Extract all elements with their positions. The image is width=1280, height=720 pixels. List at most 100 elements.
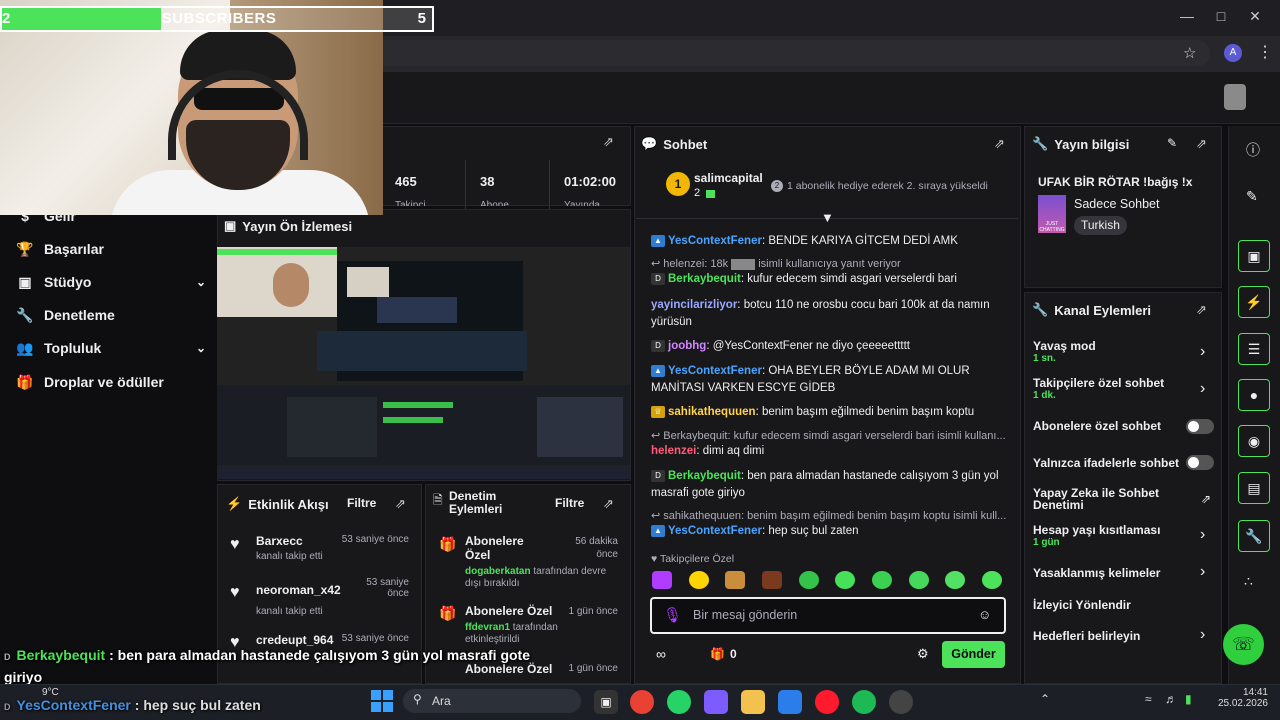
gear-icon[interactable]: ⚙	[917, 646, 929, 662]
whatsapp-icon[interactable]	[667, 690, 691, 714]
taskbar-search[interactable]	[403, 689, 581, 713]
taskbar-clock[interactable]: 14:41 25.02.2026	[1210, 687, 1268, 709]
spotify-icon[interactable]	[852, 690, 876, 714]
slow-mode-row[interactable]: Yavaş mod 1 sn.	[1033, 339, 1213, 364]
external-link-icon[interactable]: ⇗	[1201, 492, 1211, 506]
bookmark-star-icon[interactable]: ☆	[1183, 44, 1196, 62]
layout-icon[interactable]: ▤	[1238, 472, 1270, 504]
activity-user[interactable]: neoroman_x42	[256, 583, 341, 597]
mod-filter-button[interactable]: Filtre	[555, 496, 584, 510]
pinned-user[interactable]: salimcapital	[694, 171, 763, 185]
emote-icon[interactable]	[871, 571, 892, 589]
wifi-icon[interactable]: ≈	[1145, 692, 1152, 706]
popout-icon[interactable]: ⇗	[395, 496, 406, 512]
browser-menu-icon[interactable]: ⋮	[1257, 42, 1273, 62]
raid-row[interactable]: İzleyici Yönlendir	[1033, 598, 1213, 612]
sidebar-item-studyo[interactable]: ▣ Stüdyo ⌄	[16, 267, 206, 297]
profile-avatar[interactable]: A	[1224, 44, 1242, 62]
camera-icon[interactable]: ▣	[1238, 240, 1270, 272]
chat-icon[interactable]: ●	[1238, 379, 1270, 411]
activity-user[interactable]: Barxecc	[256, 534, 303, 548]
chrome-icon[interactable]	[630, 690, 654, 714]
popout-icon[interactable]: ⇗	[994, 136, 1005, 152]
chat-username[interactable]: Berkaybequit	[668, 273, 741, 285]
popout-icon[interactable]: ⇗	[603, 496, 614, 512]
edit-icon[interactable]: ✎	[1167, 136, 1177, 150]
emote-icon[interactable]	[981, 571, 1002, 589]
edit-icon[interactable]: ✎	[1246, 188, 1258, 205]
chat-username[interactable]: Berkaybequit	[668, 470, 741, 482]
popout-icon[interactable]: ⇗	[1196, 136, 1207, 152]
send-button[interactable]: Gönder	[942, 641, 1005, 668]
user-avatar[interactable]	[1224, 84, 1246, 110]
ai-moderation-row[interactable]: Yapay Zeka ile Sohbet Denetimi	[1033, 487, 1213, 511]
emote-icon[interactable]	[688, 571, 709, 589]
collapse-icon[interactable]: ▼	[821, 210, 834, 225]
chat-username[interactable]: sahikathequuen	[668, 406, 756, 418]
language-tag[interactable]: Turkish	[1074, 216, 1127, 235]
chat-username[interactable]: helenzei	[651, 445, 696, 457]
store-icon[interactable]	[778, 690, 802, 714]
points-icon[interactable]: ∴	[1244, 573, 1253, 590]
category-art[interactable]: JUST CHATTING	[1038, 195, 1066, 233]
chevron-right-icon[interactable]: ›	[1200, 343, 1205, 361]
chat-username[interactable]: yayincilarizliyor	[651, 299, 737, 311]
rewards-icon[interactable]: 🎁	[710, 647, 725, 661]
chevron-right-icon[interactable]: ›	[1200, 526, 1205, 544]
chat-username[interactable]: joobhg	[668, 340, 706, 352]
broadcast-icon[interactable]: ◉	[1238, 425, 1270, 457]
chevron-right-icon[interactable]: ›	[1200, 563, 1205, 581]
chat-username[interactable]: YesContextFener	[668, 525, 762, 537]
followers-only-row[interactable]: Takipçilere özel sohbet 1 dk.	[1033, 376, 1213, 401]
activity-user[interactable]: credeupt_964	[256, 633, 333, 647]
emote-icon[interactable]	[761, 571, 782, 589]
battery-icon[interactable]: ▮	[1185, 692, 1192, 706]
account-age-row[interactable]: Hesap yaşı kısıtlaması 1 gün	[1033, 523, 1213, 548]
goals-row[interactable]: Hedefleri belirleyin	[1033, 629, 1213, 643]
sidebar-item-denetleme[interactable]: 🔧 Denetleme	[16, 300, 206, 330]
chevron-right-icon[interactable]: ›	[1200, 626, 1205, 644]
popout-icon[interactable]: ⇗	[603, 134, 614, 150]
sidebar-item-droplar[interactable]: 🎁 Droplar ve ödüller	[16, 367, 206, 397]
volume-icon[interactable]: ♬	[1165, 692, 1177, 706]
category-name[interactable]: Sadece Sohbet	[1074, 197, 1160, 211]
mod-action-user[interactable]: dogaberkatan	[465, 566, 531, 577]
emote-only-toggle[interactable]	[1186, 455, 1214, 470]
channel-points-icon[interactable]: ∞	[656, 646, 666, 662]
obs-icon[interactable]	[889, 690, 913, 714]
popout-icon[interactable]: ⇗	[1196, 302, 1207, 318]
emote-icon[interactable]	[652, 571, 672, 589]
subscribers-only-toggle[interactable]	[1186, 419, 1214, 434]
wrench-icon[interactable]: 🔧	[1238, 520, 1270, 552]
emote-icon[interactable]	[725, 571, 746, 589]
windows-start-icon[interactable]	[371, 690, 393, 712]
copilot-icon[interactable]	[704, 690, 728, 714]
info-icon[interactable]: ⓘ	[1246, 140, 1260, 160]
minimize-icon[interactable]: —	[1172, 8, 1202, 24]
address-bar[interactable]	[330, 40, 1210, 66]
support-headset-icon[interactable]: ☏	[1223, 624, 1264, 665]
sidebar-item-basarilar[interactable]: 🏆 Başarılar	[16, 234, 206, 264]
sidebar-item-topluluk[interactable]: 👥 Topluluk ⌄	[16, 333, 206, 363]
lightning-icon[interactable]: ⚡	[1238, 286, 1270, 318]
task-view-icon[interactable]: ▣	[594, 690, 618, 714]
activity-filter-button[interactable]: Filtre	[347, 496, 376, 510]
chat-username[interactable]: YesContextFener	[668, 365, 762, 377]
emote-icon[interactable]	[945, 571, 966, 589]
opera-icon[interactable]	[815, 690, 839, 714]
emote-icon[interactable]	[908, 571, 929, 589]
close-icon[interactable]: ✕	[1240, 8, 1270, 25]
banned-words-row[interactable]: Yasaklanmış kelimeler	[1033, 566, 1213, 580]
file-explorer-icon[interactable]	[741, 690, 765, 714]
mod-action-user[interactable]: ffdevran1	[465, 622, 510, 633]
stream-preview[interactable]	[217, 247, 630, 479]
emote-icon[interactable]	[835, 571, 856, 589]
chevron-up-icon[interactable]: ⌃	[1040, 692, 1050, 706]
chevron-right-icon[interactable]: ›	[1200, 380, 1205, 398]
maximize-icon[interactable]: □	[1206, 8, 1236, 24]
emoji-icon[interactable]: ☺	[978, 607, 991, 622]
emote-icon[interactable]	[798, 571, 819, 589]
chat-username[interactable]: YesContextFener	[668, 235, 762, 247]
microphone-icon[interactable]: 🎙	[663, 606, 682, 624]
document-icon[interactable]: ☰	[1238, 333, 1270, 365]
